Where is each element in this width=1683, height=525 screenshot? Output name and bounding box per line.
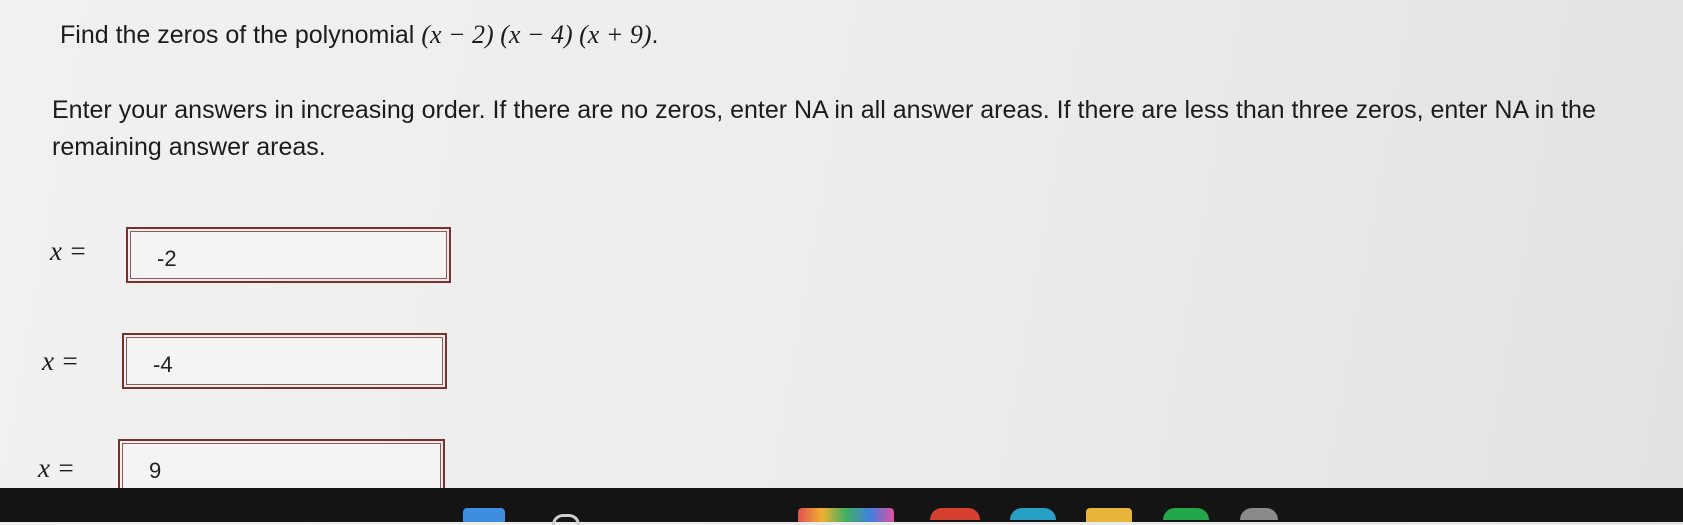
answer-field-1[interactable]: -2 bbox=[126, 227, 451, 283]
question-suffix: . bbox=[651, 21, 659, 49]
edge-icon[interactable] bbox=[1010, 508, 1056, 520]
answer-label-3: x = bbox=[38, 453, 75, 483]
answer-input-2[interactable]: -4 bbox=[126, 337, 443, 385]
taskbar bbox=[0, 488, 1683, 525]
app-green-icon[interactable] bbox=[1163, 508, 1209, 520]
settings-icon[interactable] bbox=[1240, 508, 1278, 520]
answer-label-2: x = bbox=[42, 346, 79, 376]
answer-input-1[interactable]: -2 bbox=[130, 231, 447, 279]
search-icon[interactable] bbox=[552, 514, 580, 525]
file-explorer-icon[interactable] bbox=[1086, 508, 1132, 522]
polynomial-expression: (x − 2) (x − 4) (x + 9) bbox=[421, 20, 652, 49]
windows-icon[interactable] bbox=[463, 508, 505, 522]
answer-input-3[interactable]: 9 bbox=[122, 443, 441, 491]
app-icon[interactable] bbox=[798, 508, 894, 522]
answer-field-3[interactable]: 9 bbox=[118, 439, 445, 495]
instructions-text: Enter your answers in increasing order. … bbox=[52, 96, 1596, 161]
answer-field-2[interactable]: -4 bbox=[122, 333, 447, 389]
answer-label-1: x = bbox=[50, 236, 87, 266]
question-text: Find the zeros of the polynomial (x − 2)… bbox=[60, 20, 658, 50]
question-prefix: Find the zeros of the polynomial bbox=[60, 21, 422, 49]
question-page: Find the zeros of the polynomial (x − 2)… bbox=[0, 0, 1683, 495]
chrome-icon[interactable] bbox=[930, 508, 980, 520]
